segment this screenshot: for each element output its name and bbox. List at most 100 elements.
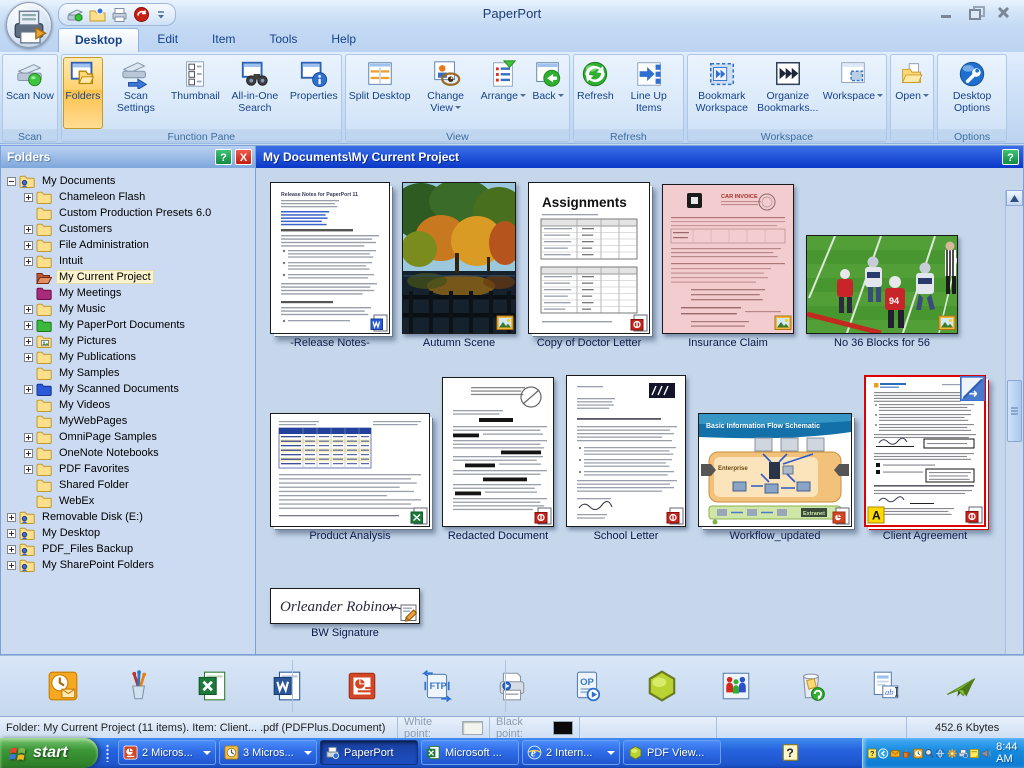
scroll-up-arrow[interactable] (1006, 190, 1023, 206)
document-item-bw-signature[interactable]: Orleander RobinovBW Signature (270, 588, 420, 639)
expand-icon[interactable] (24, 353, 33, 362)
ftp-icon[interactable]: FTP (420, 669, 454, 703)
back-button[interactable]: Back (528, 57, 568, 129)
folder-item-pdf-favorites[interactable]: PDF Favorites (1, 461, 255, 477)
document-item-product-analysis[interactable]: Product Analysis (270, 413, 430, 542)
expand-icon[interactable] (24, 305, 33, 314)
collapse-icon[interactable] (878, 746, 888, 761)
split-desktop-button[interactable]: Split Desktop (347, 57, 413, 129)
close-button[interactable] (988, 4, 1016, 21)
expand-icon[interactable] (24, 193, 33, 202)
app-menu-button[interactable] (6, 2, 52, 48)
outlook-icon[interactable] (46, 669, 80, 703)
minimize-button[interactable] (932, 4, 960, 21)
document-item-no-36-blocks-for-56[interactable]: 94No 36 Blocks for 56 (806, 235, 958, 349)
folder-item-my-pictures[interactable]: My Pictures (1, 333, 255, 349)
workspace-button[interactable]: Workspace (821, 57, 885, 129)
change-view-button[interactable]: Change View (413, 57, 479, 129)
folder-item-shared-folder[interactable]: Shared Folder (1, 477, 255, 493)
recycle-bin-icon[interactable] (794, 669, 828, 703)
expand-icon[interactable] (24, 257, 33, 266)
task-2-intern[interactable]: e2 Intern... (522, 740, 620, 765)
folder-item-chameleon-flash[interactable]: Chameleon Flash (1, 189, 255, 205)
task-pdf-view[interactable]: PDF View... (623, 740, 721, 765)
folder-item-omnipage-samples[interactable]: OmniPage Samples (1, 429, 255, 445)
expand-icon[interactable] (7, 513, 16, 522)
tab-item[interactable]: Item (196, 28, 251, 52)
paperport-tray-icon[interactable] (958, 746, 968, 761)
expand-icon[interactable] (24, 433, 33, 442)
tab-help[interactable]: Help (315, 28, 372, 52)
task-group-arrow-icon[interactable] (203, 751, 211, 759)
task-2-micros[interactable]: 2 Micros... (118, 740, 216, 765)
thumbnail-page[interactable]: Assignments (528, 182, 650, 334)
folder-item-my-videos[interactable]: My Videos (1, 397, 255, 413)
magnifier-icon[interactable] (924, 746, 934, 761)
document-item-workflow-updated[interactable]: Basic Information Flow SchematicEnterpri… (698, 413, 852, 542)
folder-item-mywebpages[interactable]: MyWebPages (1, 413, 255, 429)
thumbnail-page[interactable]: A (864, 375, 986, 527)
pdf-viewer-icon[interactable] (645, 669, 679, 703)
omnipage-icon[interactable]: OP (570, 669, 604, 703)
folder-item-my-sharepoint-folders[interactable]: My SharePoint Folders (1, 557, 255, 573)
restore-button[interactable] (960, 4, 988, 21)
document-item-copy-of-doctor-letter[interactable]: AssignmentsCopy of Doctor Letter (528, 182, 650, 349)
folders-help-button[interactable]: ? (215, 149, 232, 165)
thumbnail-page[interactable] (270, 413, 430, 527)
folder-item-my-meetings[interactable]: My Meetings (1, 285, 255, 301)
folder-item-my-publications[interactable]: My Publications (1, 349, 255, 365)
document-item-release-notes[interactable]: Release Notes for PaperPort 11-Release N… (270, 182, 390, 349)
document-item-insurance-claim[interactable]: CAR INVOICEInsurance Claim (662, 184, 794, 349)
scrollbar-thumb[interactable] (1007, 380, 1022, 442)
folders-close-button[interactable]: X (235, 149, 252, 165)
task-group-arrow-icon[interactable] (607, 751, 615, 759)
thumbnail-page[interactable] (442, 377, 554, 527)
open-button[interactable]: Open (892, 57, 932, 129)
send-plane-icon[interactable] (944, 669, 978, 703)
asterisk-icon[interactable] (947, 746, 957, 761)
network-icon[interactable] (935, 746, 945, 761)
thumbnail-page[interactable]: Basic Information Flow SchematicEnterpri… (698, 413, 852, 527)
task-3-micros[interactable]: 3 Micros... (219, 740, 317, 765)
task-paperport[interactable]: PaperPort (320, 740, 418, 765)
folder-item-onenote-notebooks[interactable]: OneNote Notebooks (1, 445, 255, 461)
tab-desktop[interactable]: Desktop (58, 28, 139, 52)
sharepoint-icon[interactable] (719, 669, 753, 703)
folders-button[interactable]: Folders (63, 57, 103, 129)
print-large-icon[interactable] (495, 669, 529, 703)
folder-item-my-desktop[interactable]: My Desktop (1, 525, 255, 541)
expand-icon[interactable] (24, 465, 33, 474)
refresh-button[interactable]: Refresh (575, 57, 616, 129)
task-microsoft[interactable]: Microsoft ... (421, 740, 519, 765)
expand-icon[interactable] (24, 449, 33, 458)
tab-edit[interactable]: Edit (141, 28, 194, 52)
tab-tools[interactable]: Tools (253, 28, 313, 52)
quick-launch-handle[interactable] (106, 744, 109, 762)
folder-item-my-paperport-documents[interactable]: My PaperPort Documents (1, 317, 255, 333)
document-item-autumn-scene[interactable]: Autumn Scene (402, 182, 516, 349)
start-button[interactable]: start (0, 738, 98, 768)
all-in-one-search-button[interactable]: All-in-One Search (222, 57, 288, 129)
document-item-client-agreement[interactable]: AClient Agreement (864, 375, 986, 542)
expand-icon[interactable] (24, 321, 33, 330)
bookmark-workspace-button[interactable]: Bookmark Workspace (689, 57, 755, 129)
expand-icon[interactable] (7, 545, 16, 554)
folder-item-intuit[interactable]: Intuit (1, 253, 255, 269)
thumbnail-page[interactable]: Release Notes for PaperPort 11 (270, 182, 390, 334)
folder-item-my-scanned-documents[interactable]: My Scanned Documents (1, 381, 255, 397)
desktop-options-button[interactable]: Desktop Options (939, 57, 1005, 129)
line-up-items-button[interactable]: Line Up Items (616, 57, 682, 129)
clock-icon[interactable] (913, 746, 923, 761)
ocr-icon[interactable]: ab (869, 669, 903, 703)
expand-icon[interactable] (7, 529, 16, 538)
expand-icon[interactable] (24, 225, 33, 234)
expand-icon[interactable] (7, 561, 16, 570)
folder-item-pdf-files-backup[interactable]: PDF_Files Backup (1, 541, 255, 557)
collapse-icon[interactable] (7, 177, 16, 186)
task-group-arrow-icon[interactable] (304, 751, 312, 759)
java-icon[interactable] (901, 746, 911, 761)
thumbnail-button[interactable]: Thumbnail (169, 57, 222, 129)
powerpoint-icon[interactable] (345, 669, 379, 703)
help-icon[interactable]: ? (867, 746, 877, 761)
scan-settings-button[interactable]: Scan Settings (103, 57, 169, 129)
